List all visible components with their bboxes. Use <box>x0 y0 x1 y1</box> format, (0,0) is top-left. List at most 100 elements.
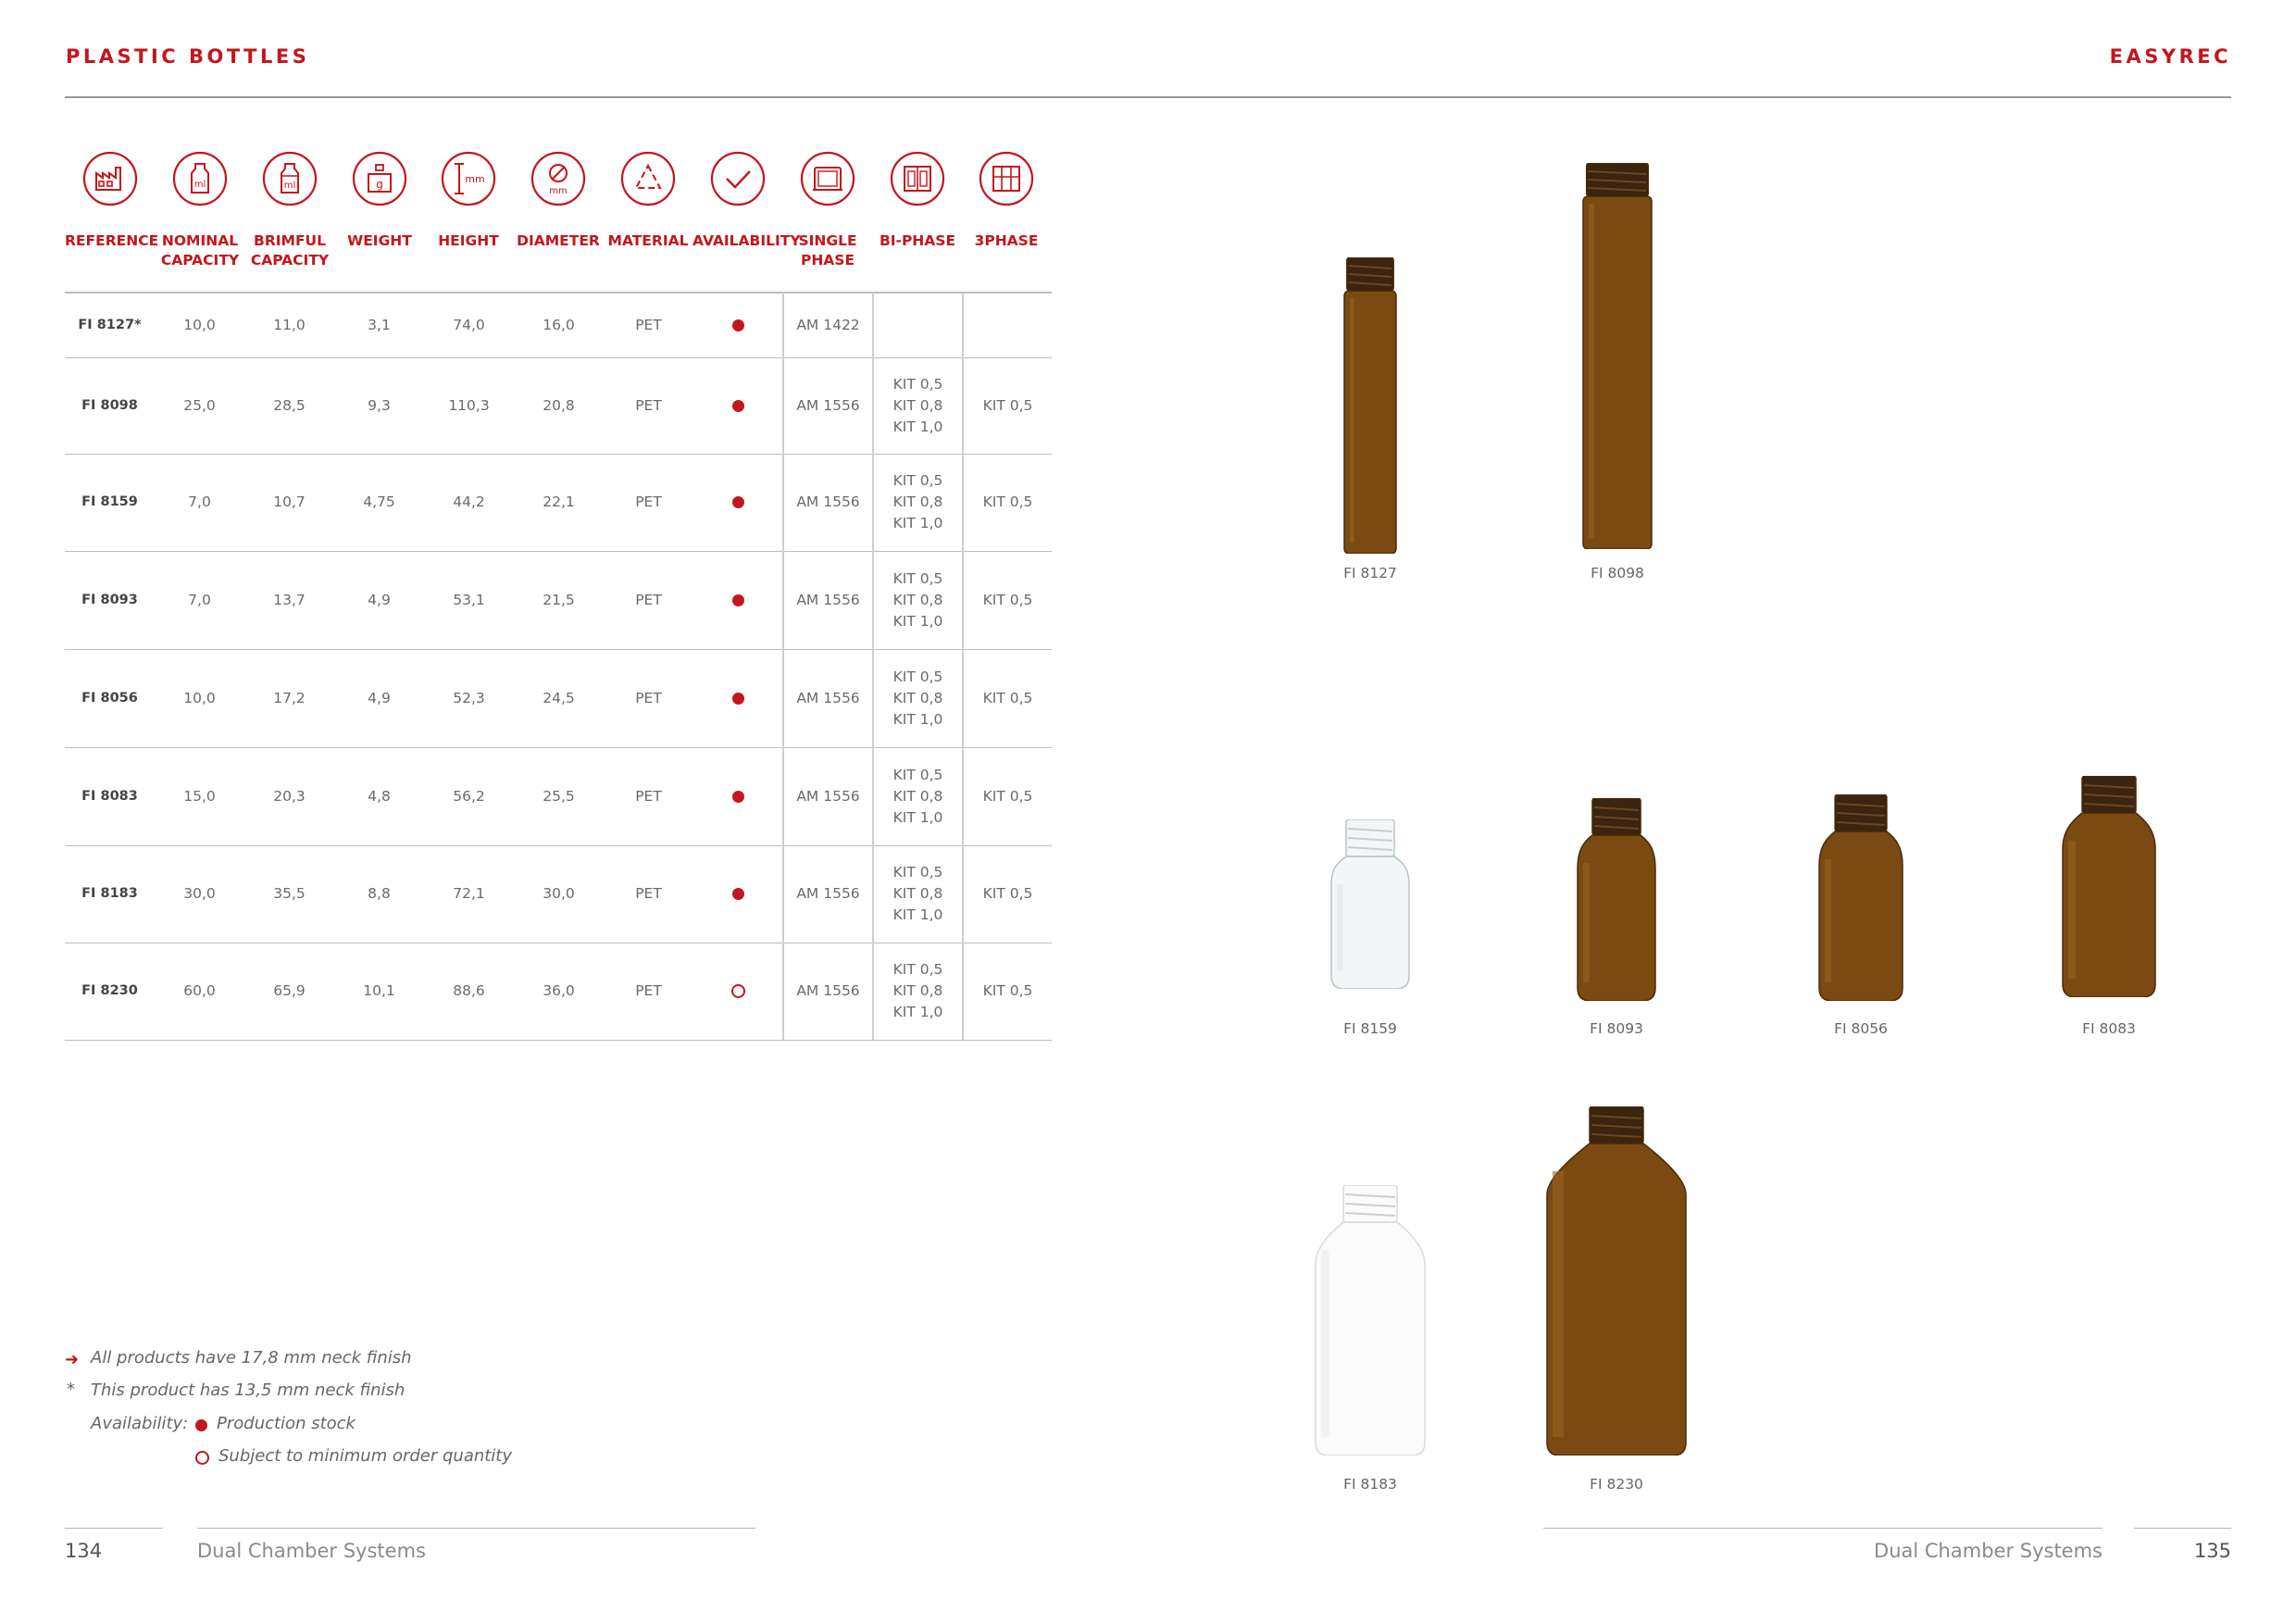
cell-bi: KIT 0,5 KIT 0,8 KIT 1,0 <box>873 747 963 845</box>
cell-height: 44,2 <box>453 493 485 510</box>
bottle-caption: FI 8093 <box>1590 1020 1643 1037</box>
cell-diameter: 21,5 <box>543 591 575 608</box>
cell-single: AM 1556 <box>796 885 860 902</box>
col-nominal-capacity: NOMINAL CAPACITY <box>160 232 240 269</box>
cell-height: 52,3 <box>453 689 485 706</box>
weight-g-icon: g <box>352 151 407 206</box>
cell-three: KIT 0,5 <box>982 787 1033 805</box>
footer-rule-left-short <box>65 1528 163 1529</box>
cell-weight: 9,3 <box>368 396 391 414</box>
column-divider <box>962 357 964 454</box>
cell-weight: 10,1 <box>363 982 395 999</box>
cell-material: PET <box>635 787 662 805</box>
bi-phase-kit: KIT 0,5 <box>892 766 943 783</box>
cell-height: 74,0 <box>453 316 485 333</box>
cell-diameter: 36,0 <box>543 982 575 999</box>
footer-rule-right-long <box>1543 1528 2103 1529</box>
cell-diameter: 16,0 <box>543 316 575 333</box>
cell-weight: 8,8 <box>368 885 391 902</box>
bottle-caption: FI 8183 <box>1343 1476 1397 1493</box>
column-divider <box>872 293 874 357</box>
cell-nominal: 25,0 <box>183 396 216 414</box>
bi-phase-kit: KIT 0,8 <box>892 591 943 608</box>
col-reference: REFERENCE <box>65 232 159 249</box>
cell-three: KIT 0,5 <box>982 591 1033 608</box>
stock-dot-icon <box>732 399 744 412</box>
cell-bi: KIT 0,5 KIT 0,8 KIT 1,0 <box>873 551 963 649</box>
cell-single: AM 1422 <box>796 316 860 333</box>
bi-phase-kit: KIT 0,8 <box>892 689 943 706</box>
bi-phase-kit: KIT 0,5 <box>892 472 943 489</box>
stock-dot-icon <box>732 692 744 705</box>
column-divider <box>872 454 874 551</box>
column-divider <box>782 551 784 649</box>
svg-text:mm: mm <box>465 173 484 185</box>
cell-diameter: 25,5 <box>543 787 575 805</box>
cell-nominal: 10,0 <box>183 689 216 706</box>
cell-weight: 4,8 <box>368 787 391 805</box>
cell-single: AM 1556 <box>796 493 860 510</box>
cell-bi: KIT 0,5 KIT 0,8 KIT 1,0 <box>873 357 963 454</box>
footer-title-right: Dual Chamber Systems <box>1874 1540 2103 1562</box>
col-bi-phase: BI-PHASE <box>879 232 956 249</box>
bottle-image <box>1330 819 1410 989</box>
cell-nominal: 30,0 <box>183 885 216 902</box>
cell-ref: FI 8127* <box>78 317 142 332</box>
cell-availability <box>693 943 783 1040</box>
cell-brimful: 35,5 <box>273 885 306 902</box>
bi-phase-kit: KIT 1,0 <box>892 1004 943 1020</box>
bottle-caption: FI 8083 <box>2082 1020 2136 1037</box>
cell-ref: FI 8083 <box>81 788 138 804</box>
cell-bi: KIT 0,5 KIT 0,8 KIT 1,0 <box>873 845 963 943</box>
column-divider <box>872 357 874 454</box>
cell-bi <box>873 293 963 357</box>
cell-single: AM 1556 <box>796 591 860 608</box>
cell-single: AM 1556 <box>796 396 860 414</box>
col-3phase: 3PHASE <box>974 232 1039 249</box>
cell-diameter: 24,5 <box>543 689 575 706</box>
cell-material: PET <box>635 396 662 414</box>
full-bottle-ml-icon: ml <box>262 151 318 206</box>
cell-weight: 4,75 <box>363 493 395 510</box>
col-diameter: DIAMETER <box>517 232 600 249</box>
single-phase-icon <box>800 151 855 206</box>
cell-ref: FI 8159 <box>81 494 138 509</box>
header-divider <box>65 96 2231 98</box>
cell-three: KIT 0,5 <box>982 885 1033 902</box>
cell-brimful: 13,7 <box>273 591 306 608</box>
cell-nominal: 7,0 <box>188 493 211 510</box>
diameter-mm-icon: mm <box>530 151 586 206</box>
checkmark-icon <box>710 151 766 206</box>
arrow-icon: ➜ <box>65 1350 80 1369</box>
bottle-ml-icon: ml <box>172 151 228 206</box>
column-divider <box>782 293 784 357</box>
cell-availability <box>693 551 783 649</box>
bi-phase-kit: KIT 0,5 <box>892 961 943 978</box>
cell-bi: KIT 0,5 KIT 0,8 KIT 1,0 <box>873 943 963 1040</box>
table-row: FI 8230 60,0 65,9 10,1 88,6 36,0 PET AM 1556 KIT… <box>65 943 1052 1041</box>
cell-height: 53,1 <box>453 591 485 608</box>
cell-availability <box>693 649 783 747</box>
cell-bi: KIT 0,5 KIT 0,8 KIT 1,0 <box>873 649 963 747</box>
bi-phase-kit: KIT 1,0 <box>892 418 943 435</box>
cell-brimful: 65,9 <box>273 982 306 999</box>
bottle-caption: FI 8056 <box>1834 1020 1888 1037</box>
bi-phase-kit: KIT 0,5 <box>892 569 943 587</box>
column-divider <box>962 943 964 1040</box>
asterisk-marker: * <box>67 1380 75 1399</box>
page-number-right: 135 <box>2193 1540 2231 1562</box>
factory-icon <box>82 151 138 206</box>
bottle-image <box>1315 1185 1426 1455</box>
table-row: FI 8098 25,0 28,5 9,3 110,3 20,8 PET AM 1556 KIT… <box>65 357 1052 455</box>
cell-material: PET <box>635 493 662 510</box>
bottle-caption: FI 8230 <box>1590 1476 1643 1493</box>
stock-dot-icon <box>732 319 744 331</box>
cell-ref: FI 8098 <box>81 397 138 413</box>
cell-bi: KIT 0,5 KIT 0,8 KIT 1,0 <box>873 454 963 551</box>
footer-title-left: Dual Chamber Systems <box>197 1540 426 1562</box>
svg-text:ml: ml <box>284 181 296 191</box>
table-row: FI 8083 15,0 20,3 4,8 56,2 25,5 PET AM 1556 KIT … <box>65 747 1052 846</box>
bottle-caption: FI 8098 <box>1591 565 1644 581</box>
bi-phase-kit: KIT 0,8 <box>892 885 943 902</box>
column-divider <box>962 747 964 845</box>
